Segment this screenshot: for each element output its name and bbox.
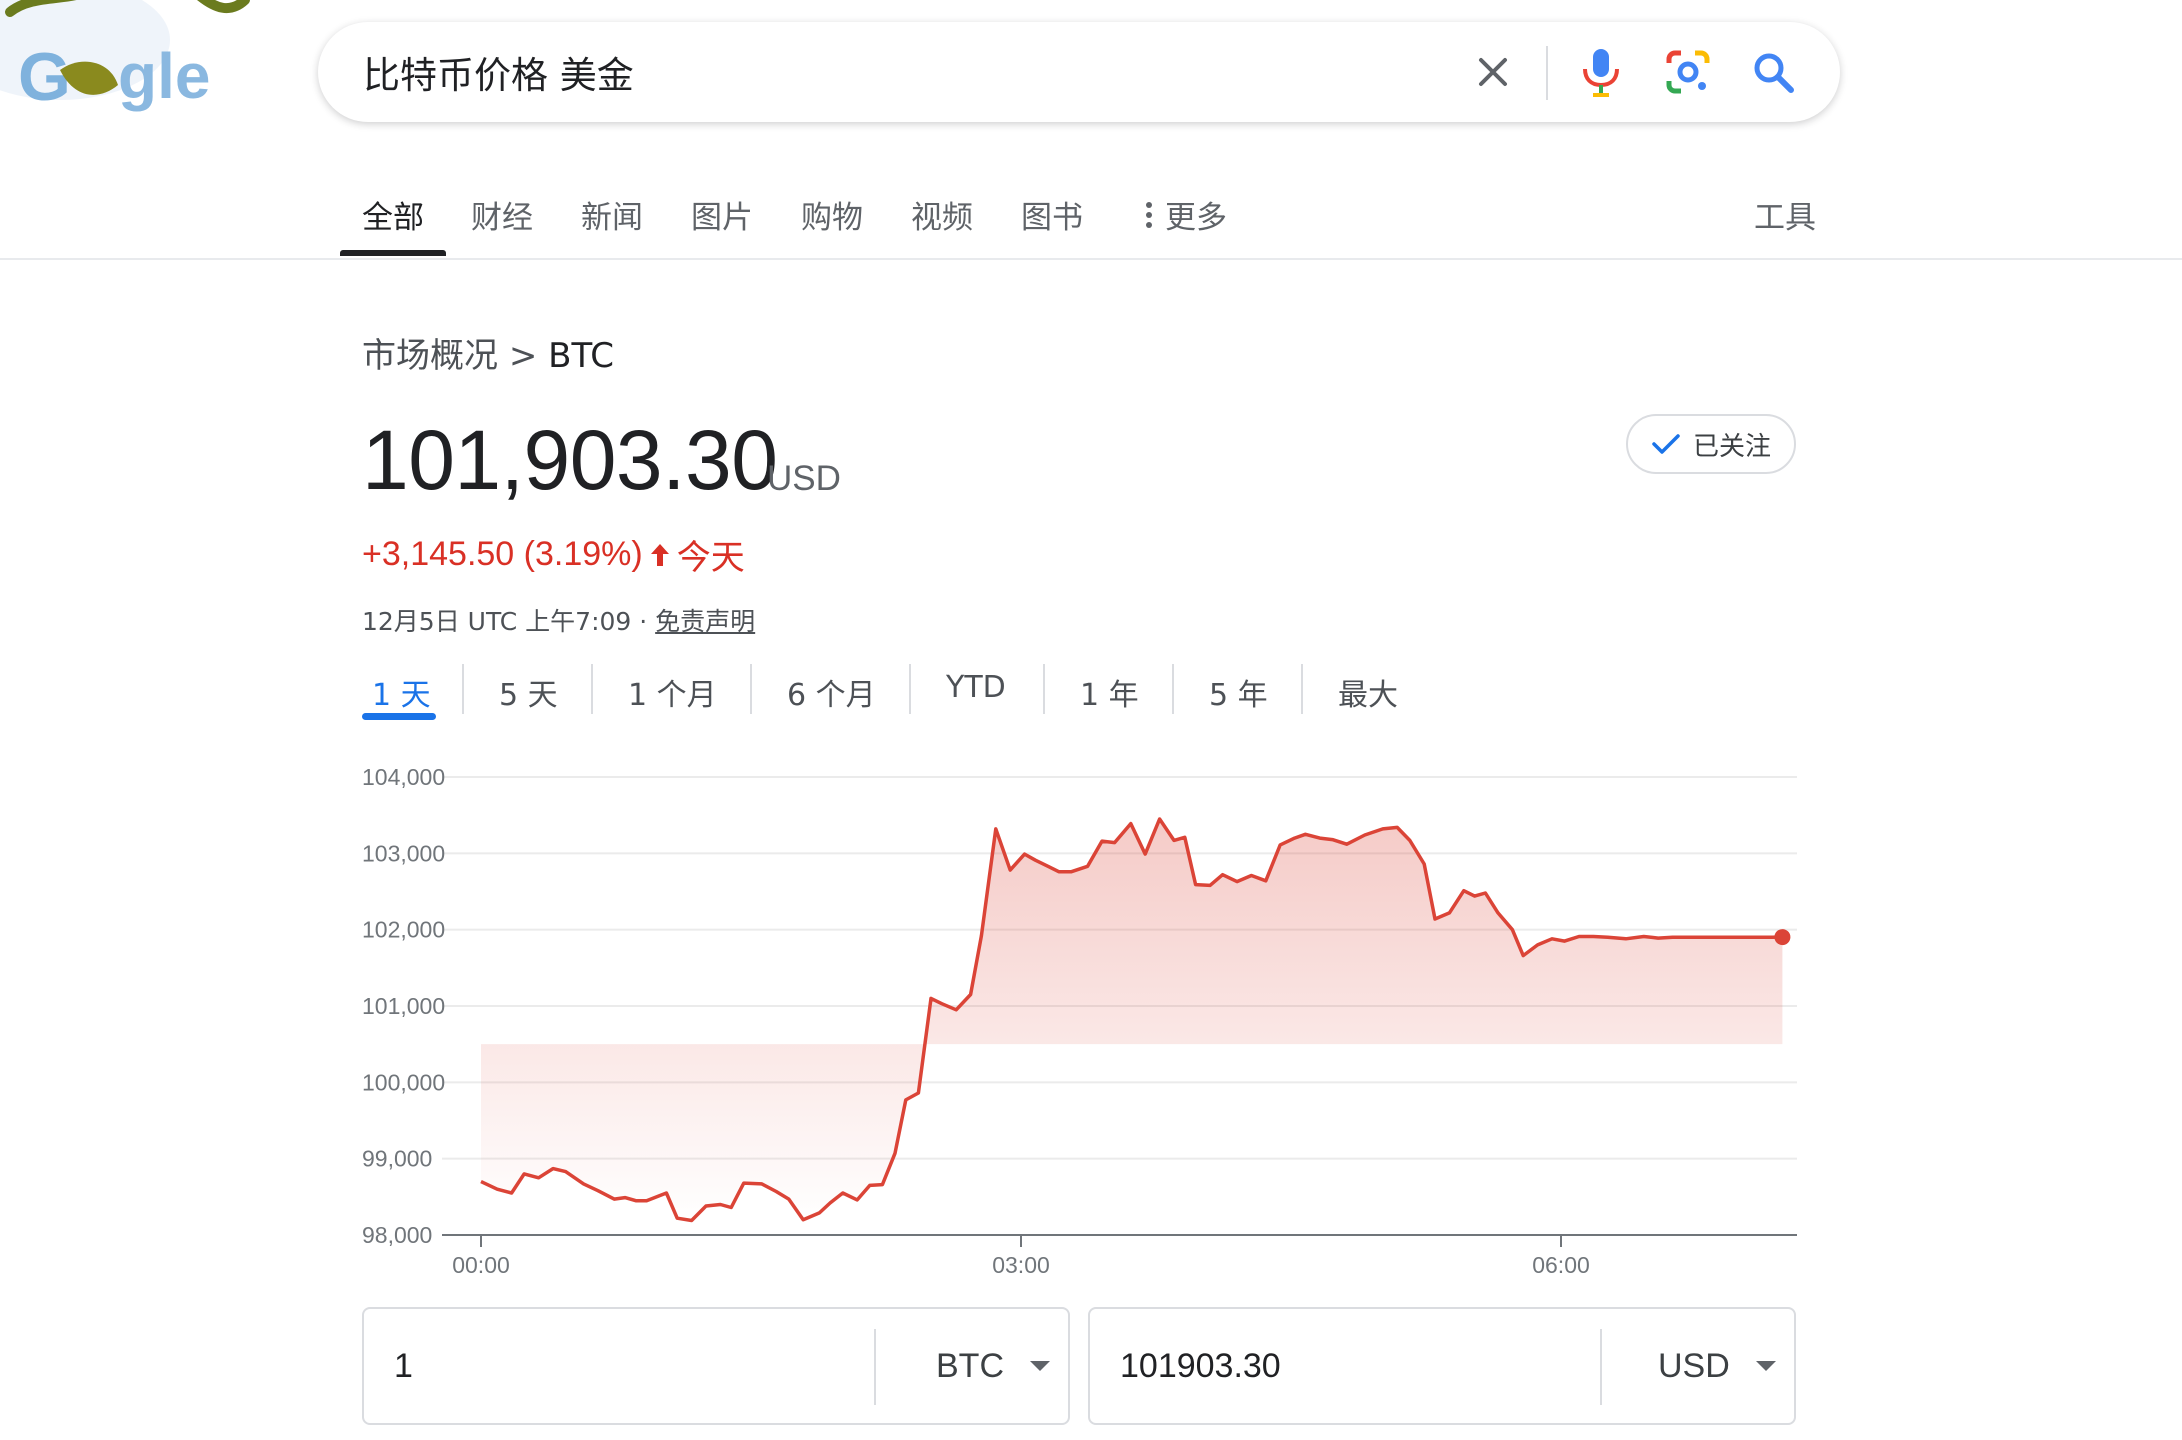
last-price-dot bbox=[1774, 929, 1791, 946]
change-period: 今天 bbox=[676, 538, 745, 578]
google-doodle-logo[interactable]: G gle bbox=[0, 0, 260, 130]
converter-divider bbox=[1600, 1329, 1602, 1405]
tab-news[interactable]: 新闻 bbox=[581, 192, 643, 237]
y-axis-tick-label: 104,000 bbox=[362, 764, 445, 790]
breadcrumb: 市场概况 > BTC bbox=[362, 328, 614, 377]
disclaimer-link[interactable]: 免责声明 bbox=[655, 607, 755, 636]
active-tab-indicator bbox=[340, 250, 446, 256]
tab-finance[interactable]: 财经 bbox=[471, 192, 533, 237]
y-axis-tick-label: 101,000 bbox=[362, 993, 445, 1019]
price-area-fill bbox=[481, 819, 1783, 1221]
tab-more[interactable]: 更多 bbox=[1145, 192, 1227, 237]
range-tab-1m[interactable]: 1 个月 bbox=[628, 670, 717, 714]
breadcrumb-current: BTC bbox=[548, 336, 614, 376]
range-divider bbox=[1043, 664, 1045, 714]
tab-more-label: 更多 bbox=[1165, 200, 1227, 236]
google-lens-icon bbox=[1666, 50, 1710, 94]
search-submit-button[interactable] bbox=[1748, 47, 1798, 97]
price-currency: USD bbox=[767, 459, 841, 498]
voice-search-button[interactable] bbox=[1576, 47, 1626, 97]
x-axis-tick-label: 00:00 bbox=[452, 1252, 510, 1278]
x-axis-tick-label: 03:00 bbox=[992, 1252, 1050, 1278]
to-currency-label: USD bbox=[1658, 1346, 1730, 1385]
search-divider bbox=[1546, 46, 1548, 100]
range-tab-1y[interactable]: 1 年 bbox=[1080, 670, 1139, 714]
price-change: +3,145.50 (3.19%) 今天 bbox=[362, 530, 745, 579]
range-divider bbox=[591, 664, 593, 714]
converter-to: USD bbox=[1088, 1307, 1796, 1425]
follow-button[interactable]: 已关注 bbox=[1626, 414, 1796, 474]
y-axis-tick-label: 99,000 bbox=[362, 1146, 432, 1172]
search-box bbox=[318, 22, 1840, 122]
svg-text:gle: gle bbox=[118, 40, 210, 112]
check-icon bbox=[1652, 434, 1680, 454]
range-divider bbox=[1301, 664, 1303, 714]
price-line bbox=[480, 817, 1783, 1223]
microphone-icon bbox=[1583, 49, 1619, 97]
tab-videos[interactable]: 视频 bbox=[911, 192, 973, 237]
range-tab-6m[interactable]: 6 个月 bbox=[787, 670, 876, 714]
range-tab-max[interactable]: 最大 bbox=[1338, 670, 1398, 714]
to-currency-select[interactable]: USD bbox=[1658, 1309, 1776, 1423]
arrow-up-icon bbox=[650, 543, 669, 566]
svg-text:G: G bbox=[18, 39, 71, 115]
tab-all[interactable]: 全部 bbox=[362, 192, 424, 237]
breadcrumb-separator: > bbox=[508, 336, 538, 376]
clear-search-button[interactable] bbox=[1468, 47, 1518, 97]
breadcrumb-parent[interactable]: 市场概况 bbox=[362, 336, 498, 376]
range-divider bbox=[462, 664, 464, 714]
y-axis-tick-label: 102,000 bbox=[362, 917, 445, 943]
more-vert-icon bbox=[1146, 201, 1152, 228]
tab-images[interactable]: 图片 bbox=[691, 192, 753, 237]
quote-timestamp: 12月5日 UTC 上午7:09 · 免责声明 bbox=[362, 602, 755, 638]
tab-shopping[interactable]: 购物 bbox=[801, 192, 863, 237]
tab-books[interactable]: 图书 bbox=[1021, 192, 1083, 237]
change-value: +3,145.50 (3.19%) bbox=[362, 535, 643, 573]
y-axis-tick-label: 98,000 bbox=[362, 1222, 432, 1248]
range-tab-1d[interactable]: 1 天 bbox=[372, 670, 431, 714]
timestamp-text: 12月5日 UTC 上午7:09 · bbox=[362, 607, 656, 636]
from-amount-input[interactable] bbox=[394, 1309, 834, 1423]
converter-divider bbox=[874, 1329, 876, 1405]
current-price: 101,903.30 bbox=[362, 413, 778, 507]
tools-button[interactable]: 工具 bbox=[1754, 192, 1816, 237]
converter-from: BTC bbox=[362, 1307, 1070, 1425]
range-divider bbox=[909, 664, 911, 714]
to-amount-input[interactable] bbox=[1120, 1309, 1560, 1423]
search-icon bbox=[1754, 53, 1794, 93]
dropdown-caret-icon bbox=[1030, 1361, 1050, 1371]
x-axis-tick-label: 06:00 bbox=[1532, 1252, 1590, 1278]
range-tab-ytd[interactable]: YTD bbox=[946, 670, 1006, 705]
from-currency-select[interactable]: BTC bbox=[936, 1309, 1050, 1423]
dropdown-caret-icon bbox=[1755, 1361, 1776, 1371]
range-divider bbox=[750, 664, 752, 714]
search-input[interactable] bbox=[363, 22, 1363, 122]
search-tabs: 全部 财经 新闻 图片 购物 视频 图书 更多 工具 bbox=[0, 180, 2182, 260]
y-axis-tick-label: 103,000 bbox=[362, 840, 445, 866]
range-tab-5y[interactable]: 5 年 bbox=[1209, 670, 1268, 714]
follow-label: 已关注 bbox=[1692, 431, 1771, 462]
from-currency-label: BTC bbox=[936, 1346, 1004, 1385]
range-divider bbox=[1172, 664, 1174, 714]
image-search-button[interactable] bbox=[1663, 47, 1713, 97]
close-icon bbox=[1479, 58, 1507, 86]
y-axis-tick-label: 100,000 bbox=[362, 1069, 445, 1095]
active-range-indicator bbox=[362, 713, 436, 720]
range-tab-5d[interactable]: 5 天 bbox=[499, 670, 558, 714]
